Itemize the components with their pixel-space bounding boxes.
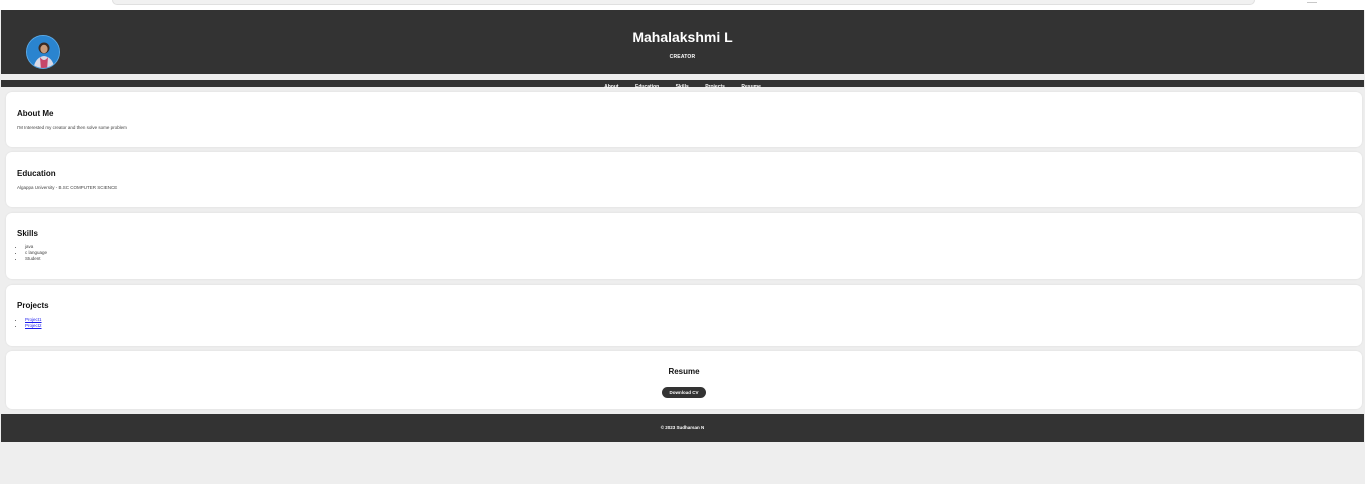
about-section: About Me I'M Interested my creator and t…	[6, 92, 1362, 147]
browser-corner-mark	[1307, 0, 1317, 3]
nav-projects[interactable]: Projects	[705, 84, 725, 91]
header-name: Mahalakshmi L	[632, 29, 733, 45]
browser-address-bar[interactable]	[112, 0, 1255, 5]
list-item: Project2	[24, 323, 42, 329]
education-title: Education	[17, 169, 56, 178]
browser-top-strip	[0, 0, 1365, 10]
download-cv-button[interactable]: Download CV	[662, 387, 706, 398]
footer-copyright: © 2023 Sudharsan N	[660, 425, 705, 430]
site-header: Mahalakshmi L CREATOR	[1, 10, 1364, 74]
project2-link[interactable]: Project2	[25, 323, 42, 328]
projects-title: Projects	[17, 301, 49, 310]
about-text: I'M Interested my creator and then solve…	[17, 125, 127, 130]
skills-title: Skills	[17, 229, 38, 238]
resume-section: Resume Download CV	[6, 351, 1362, 409]
nav-education[interactable]: Education	[635, 84, 659, 91]
skills-list: java c language Student	[24, 244, 47, 262]
nav-resume[interactable]: Resume	[741, 84, 760, 91]
resume-title: Resume	[668, 367, 700, 376]
projects-section: Projects Project1 Project2	[6, 285, 1362, 346]
nav-skills[interactable]: Skills	[676, 84, 689, 91]
skills-section: Skills java c language Student	[6, 213, 1362, 279]
project1-link[interactable]: Project1	[25, 317, 42, 322]
list-item: Student	[24, 256, 47, 262]
education-section: Education Algappa University - B.SC COMP…	[6, 152, 1362, 207]
site-footer: © 2023 Sudharsan N	[1, 414, 1364, 442]
main-nav: About Education Skills Projects Resume	[1, 80, 1364, 90]
nav-about[interactable]: About	[604, 84, 618, 91]
about-title: About Me	[17, 109, 54, 118]
projects-list: Project1 Project2	[24, 317, 42, 329]
education-text: Algappa University - B.SC COMPUTER SCIEN…	[17, 185, 118, 190]
header-role: CREATOR	[669, 54, 696, 60]
